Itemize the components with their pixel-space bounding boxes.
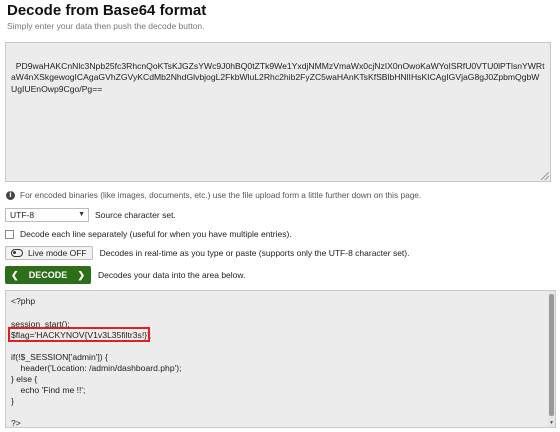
charset-row: UTF-8 ▼ Source character set.: [5, 208, 176, 222]
decoded-output-textarea[interactable]: <?php session_start(); $flag='HACKYNOV{V…: [5, 290, 556, 428]
decode-row: ❮ DECODE ❯ Decodes your data into the ar…: [5, 266, 245, 284]
info-icon: i: [6, 190, 15, 200]
input-text: PD9waHAKCnNlc3Npb25fc3RhcnQoKTsKJGZsYWc9…: [11, 60, 545, 94]
page-subtitle: Simply enter your data then push the dec…: [7, 21, 205, 31]
live-mode-button[interactable]: Live mode OFF: [5, 246, 93, 260]
decode-description: Decodes your data into the area below.: [98, 270, 246, 280]
charset-select[interactable]: UTF-8 ▼: [5, 208, 89, 222]
each-line-label[interactable]: Decode each line separately (useful for …: [20, 229, 292, 239]
output-scrollbar[interactable]: ▼: [548, 291, 555, 427]
output-line: echo 'Find me !!';: [11, 385, 86, 395]
live-mode-row: Live mode OFF Decodes in real-time as yo…: [5, 246, 410, 260]
scroll-down-icon[interactable]: ▼: [548, 419, 555, 427]
info-note: i For encoded binaries (like images, doc…: [6, 190, 421, 200]
each-line-row: Decode each line separately (useful for …: [5, 229, 292, 239]
charset-selected-value: UTF-8: [10, 210, 35, 220]
scrollbar-thumb[interactable]: [549, 294, 554, 416]
info-text: For encoded binaries (like images, docum…: [20, 190, 422, 200]
resize-handle[interactable]: [541, 172, 549, 180]
output-line: header('Location: /admin/dashboard.php')…: [11, 363, 182, 373]
page-title: Decode from Base64 format: [7, 2, 207, 19]
live-mode-label: Live mode OFF: [28, 248, 87, 258]
decode-button-label: DECODE: [28, 270, 68, 280]
toggle-icon: [11, 249, 23, 257]
base64-input-textarea[interactable]: PD9waHAKCnNlc3Npb25fc3RhcnQoKTsKJGZsYWc9…: [5, 42, 551, 182]
chevron-left-icon: ❮: [11, 269, 19, 280]
output-line: } else {: [11, 374, 38, 384]
chevron-right-icon: ❯: [77, 269, 85, 280]
flag-highlight-box: [8, 327, 150, 342]
output-line: ?>: [11, 418, 21, 428]
output-line: }: [11, 396, 14, 406]
chevron-down-icon: ▼: [78, 211, 85, 218]
decode-button[interactable]: ❮ DECODE ❯: [5, 266, 91, 284]
live-mode-description: Decodes in real-time as you type or past…: [99, 248, 410, 258]
output-line: <?php: [11, 296, 36, 306]
each-line-checkbox[interactable]: [5, 229, 14, 239]
charset-label: Source character set.: [95, 210, 176, 220]
output-line: if(!$_SESSION['admin']) {: [11, 352, 108, 362]
